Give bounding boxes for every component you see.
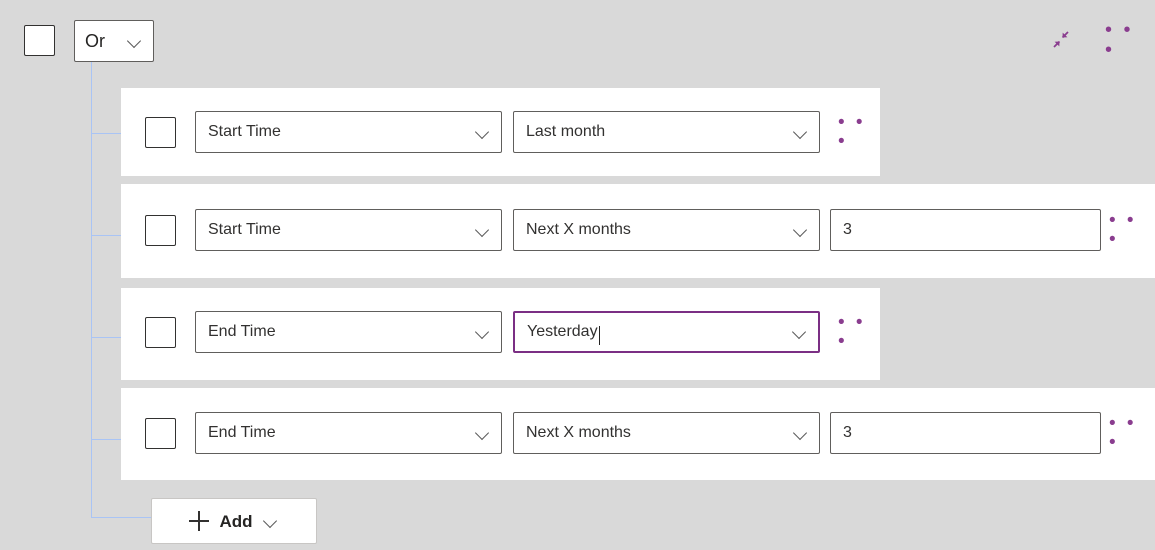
plus-icon (189, 511, 209, 531)
chevron-down-icon (475, 324, 491, 340)
chevron-down-icon (793, 425, 809, 441)
row-operator-value: Next X months (526, 425, 631, 441)
chevron-down-icon (475, 222, 491, 238)
row-operator-dropdown[interactable]: Last month (513, 111, 820, 153)
row-value-text: 3 (843, 425, 852, 441)
row-more-options-button[interactable]: • • • (1109, 418, 1143, 448)
row-operator-dropdown[interactable]: Next X months (513, 209, 820, 251)
row-operator-value: Next X months (526, 222, 631, 238)
row-value-text: 3 (843, 222, 852, 238)
row-select-checkbox[interactable] (145, 317, 176, 348)
row-select-checkbox[interactable] (145, 117, 176, 148)
ellipsis-icon: • • • (838, 313, 872, 351)
chevron-down-icon (127, 33, 143, 49)
tree-connector-vertical (91, 62, 92, 517)
filter-row: Start Time Last month • • • (121, 88, 880, 176)
group-select-checkbox[interactable] (24, 25, 55, 56)
row-field-dropdown[interactable]: Start Time (195, 209, 502, 251)
ellipsis-icon: • • • (1105, 20, 1143, 60)
chevron-down-icon (793, 124, 809, 140)
filter-row: End Time Next X months 3 • • • (121, 388, 1155, 480)
group-more-options-button[interactable]: • • • (1105, 22, 1143, 58)
group-operator-label: Or (85, 32, 105, 50)
row-operator-value: Last month (526, 124, 605, 140)
add-button[interactable]: Add (151, 498, 317, 544)
row-field-value: Start Time (208, 124, 281, 140)
row-field-value: Start Time (208, 222, 281, 238)
ellipsis-icon: • • • (1109, 414, 1143, 452)
row-select-checkbox[interactable] (145, 418, 176, 449)
filter-row: Start Time Next X months 3 • • • (121, 184, 1155, 278)
row-select-checkbox[interactable] (145, 215, 176, 246)
row-operator-dropdown[interactable]: Yesterday (513, 311, 820, 353)
row-field-value: End Time (208, 324, 276, 340)
filter-row: End Time Yesterday • • • (121, 288, 880, 380)
row-more-options-button[interactable]: • • • (1109, 215, 1143, 245)
row-field-dropdown[interactable]: End Time (195, 311, 502, 353)
row-value-input[interactable]: 3 (830, 209, 1101, 251)
text-caret (599, 326, 600, 345)
ellipsis-icon: • • • (1109, 211, 1143, 249)
chevron-down-icon (793, 222, 809, 238)
chevron-down-icon (475, 124, 491, 140)
row-operator-value: Yesterday (527, 324, 598, 340)
row-more-options-button[interactable]: • • • (838, 317, 872, 347)
chevron-down-icon (263, 513, 279, 529)
collapse-arrows-icon[interactable] (1043, 22, 1079, 58)
ellipsis-icon: • • • (838, 113, 872, 151)
row-field-dropdown[interactable]: End Time (195, 412, 502, 454)
row-value-input[interactable]: 3 (830, 412, 1101, 454)
row-field-dropdown[interactable]: Start Time (195, 111, 502, 153)
row-more-options-button[interactable]: • • • (838, 117, 872, 147)
add-button-label: Add (219, 513, 252, 530)
chevron-down-icon (792, 324, 808, 340)
chevron-down-icon (475, 425, 491, 441)
row-operator-dropdown[interactable]: Next X months (513, 412, 820, 454)
filter-group-header: Or • • • (0, 0, 1155, 82)
row-field-value: End Time (208, 425, 276, 441)
group-operator-dropdown[interactable]: Or (74, 20, 154, 62)
